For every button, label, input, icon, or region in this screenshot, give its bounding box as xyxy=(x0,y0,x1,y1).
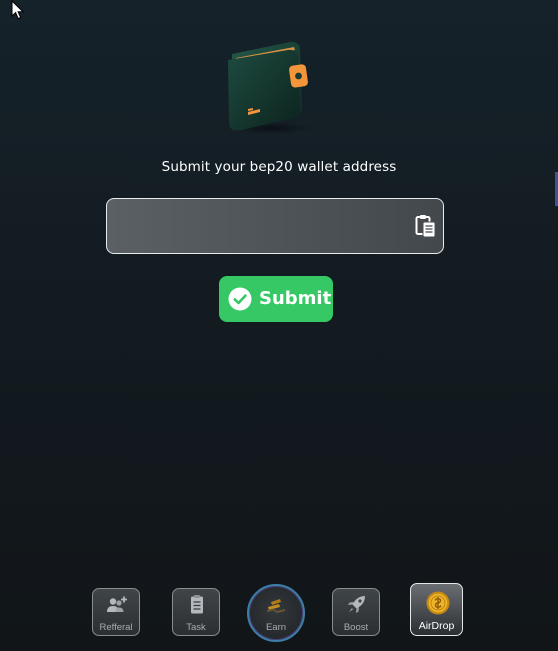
submit-label: Submit xyxy=(259,288,332,309)
gold-bars-icon xyxy=(267,599,285,613)
add-user-icon xyxy=(107,596,127,612)
wallet-address-field[interactable] xyxy=(106,198,444,255)
wallet-address-prompt: Submit your bep20 wallet address xyxy=(161,159,397,175)
coin-icon xyxy=(426,591,450,615)
nav-boost-label: Boost xyxy=(343,622,369,633)
wallet-icon xyxy=(228,41,312,134)
nav-task[interactable]: Task xyxy=(172,588,220,636)
mouse-cursor-icon xyxy=(11,0,25,20)
nav-task-label: Task xyxy=(186,622,206,633)
clipboard-icon xyxy=(191,595,203,614)
nav-earn-label: Earn xyxy=(265,622,287,633)
check-circle-icon xyxy=(228,287,252,311)
wallet-address-input[interactable] xyxy=(119,199,408,255)
rocket-icon xyxy=(348,596,365,613)
nav-referral[interactable]: Refferal xyxy=(92,588,140,636)
nav-referral-label: Refferal xyxy=(99,622,133,633)
nav-airdrop-label: AirDrop xyxy=(418,620,455,632)
nav-airdrop[interactable]: AirDrop xyxy=(410,583,463,636)
nav-boost[interactable]: Boost xyxy=(332,588,380,636)
nav-earn[interactable]: Earn xyxy=(247,584,305,642)
clipboard-paste-icon[interactable] xyxy=(415,214,437,238)
submit-button[interactable]: Submit xyxy=(219,276,333,322)
